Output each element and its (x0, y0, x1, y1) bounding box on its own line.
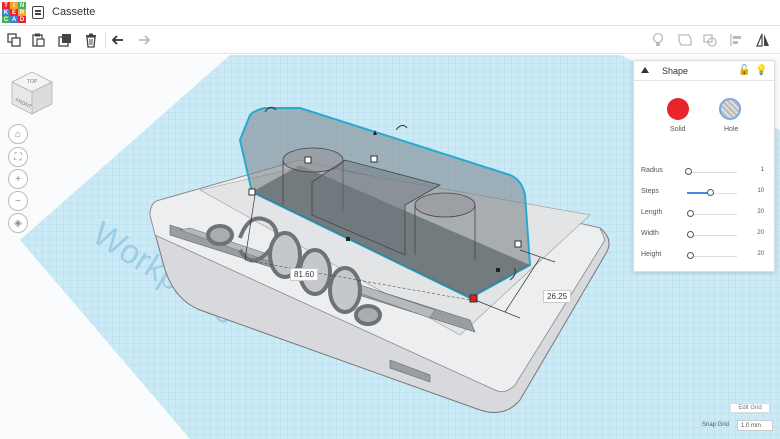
mirror-icon (756, 33, 769, 47)
prop-label: Radius (641, 167, 663, 174)
prop-length: Length 20 (641, 208, 769, 220)
group-button[interactable] (675, 30, 695, 50)
copy-button[interactable] (4, 30, 24, 50)
logo-letter: I (10, 2, 18, 9)
resize-handle[interactable] (514, 240, 522, 248)
panel-title: Shape (662, 66, 689, 76)
ortho-view-button[interactable]: ◈ (8, 213, 28, 233)
edit-grid-button[interactable]: Edit Grid (730, 403, 770, 413)
slider-track[interactable] (687, 172, 737, 173)
trash-icon (86, 33, 96, 48)
prop-value[interactable]: 20 (757, 230, 764, 236)
cube-top-label: TOP (27, 79, 38, 85)
logo-letter: T (2, 2, 10, 9)
home-view-button[interactable]: ⌂ (8, 124, 28, 144)
slider-track[interactable] (687, 214, 737, 215)
slider-knob[interactable] (687, 231, 694, 238)
minus-icon: − (15, 195, 21, 207)
logo-letter: C (2, 16, 10, 23)
snap-grid-select[interactable]: 1.0 mm (737, 420, 773, 431)
prop-value[interactable]: 20 (757, 251, 764, 257)
collapse-caret-icon[interactable] (641, 67, 649, 73)
logo-letter: D (18, 16, 26, 23)
shape-inspector-panel: Shape 🔓 💡 Solid Hole Radius 1 Steps 10 L… (633, 60, 775, 272)
midpoint-handle[interactable] (496, 268, 500, 272)
slider-knob[interactable] (687, 210, 694, 217)
prop-value[interactable]: 1 (761, 167, 764, 173)
prop-height: Height 20 (641, 250, 769, 262)
copy-icon (7, 33, 21, 47)
home-icon: ⌂ (14, 128, 22, 140)
slider-track[interactable] (687, 256, 737, 257)
duplicate-icon (58, 34, 71, 47)
slider-track[interactable] (687, 235, 737, 236)
resize-handle[interactable] (248, 188, 256, 196)
slider-knob[interactable] (687, 252, 694, 259)
undo-button[interactable] (108, 30, 128, 50)
zoom-in-button[interactable]: + (8, 169, 28, 189)
redo-button[interactable] (134, 30, 154, 50)
resize-handle[interactable] (370, 155, 378, 163)
group-icon (678, 34, 692, 46)
undo-icon (111, 35, 123, 45)
toolbar (0, 26, 780, 54)
view-cube[interactable]: TOP FRONT (10, 70, 54, 121)
prop-value[interactable]: 20 (757, 209, 764, 215)
plus-icon: + (15, 173, 21, 185)
hole-option[interactable] (719, 98, 741, 120)
solid-label: Solid (670, 126, 686, 133)
tinkercad-logo[interactable]: T I N K E R C A D (2, 2, 26, 24)
logo-letter: E (10, 9, 18, 16)
fit-view-button[interactable]: ⛶ (8, 147, 28, 167)
resize-handle-selected[interactable] (469, 294, 478, 303)
prop-steps: Steps 10 (641, 187, 769, 199)
prop-radius: Radius 1 (641, 166, 769, 178)
logo-letter: A (10, 16, 18, 23)
document-title[interactable]: Cassette (52, 6, 95, 18)
toolbar-divider (105, 32, 106, 48)
solid-option[interactable] (667, 98, 689, 120)
cylinder-right[interactable] (414, 192, 476, 218)
resize-handle[interactable] (304, 156, 312, 164)
light-icon (652, 32, 664, 46)
hole-label: Hole (724, 126, 739, 133)
cube-view-icon: ◈ (14, 217, 22, 229)
prop-width: Width 20 (641, 229, 769, 241)
redo-icon (139, 35, 151, 45)
logo-letter: K (2, 9, 10, 16)
align-icon (730, 34, 741, 46)
delete-button[interactable] (81, 30, 101, 50)
length-dimension-label[interactable]: 81.60 (290, 268, 319, 281)
snap-grid-label: Snap Grid (702, 422, 730, 428)
width-dimension-label[interactable]: 26.25 (543, 290, 572, 303)
duplicate-button[interactable] (55, 30, 75, 50)
midpoint-handle[interactable] (346, 237, 350, 241)
logo-letter: R (18, 9, 26, 16)
paste-button[interactable] (28, 30, 48, 50)
slider-knob[interactable] (685, 168, 692, 175)
prop-label: Length (641, 209, 663, 216)
prop-label: Steps (641, 188, 659, 195)
prop-value[interactable]: 10 (757, 188, 764, 194)
fit-icon: ⛶ (14, 151, 22, 163)
prop-label: Height (641, 251, 662, 258)
align-button[interactable] (727, 30, 747, 50)
design-list-icon[interactable] (32, 6, 44, 19)
light-button[interactable] (648, 30, 668, 50)
ungroup-button[interactable] (700, 30, 720, 50)
zoom-out-button[interactable]: − (8, 191, 28, 211)
panel-header: Shape 🔓 💡 (634, 61, 774, 81)
logo-letter: N (18, 2, 26, 9)
top-bar: T I N K E R C A D Cassette (0, 0, 780, 26)
lock-icon[interactable]: 🔓 (738, 65, 750, 76)
mirror-button[interactable] (753, 30, 773, 50)
slider-knob[interactable] (707, 189, 714, 196)
paste-icon (32, 33, 45, 47)
prop-label: Width (641, 230, 659, 237)
slider-fill (687, 192, 709, 194)
visibility-bulb-icon[interactable]: 💡 (755, 65, 767, 76)
ungroup-icon (703, 34, 717, 47)
